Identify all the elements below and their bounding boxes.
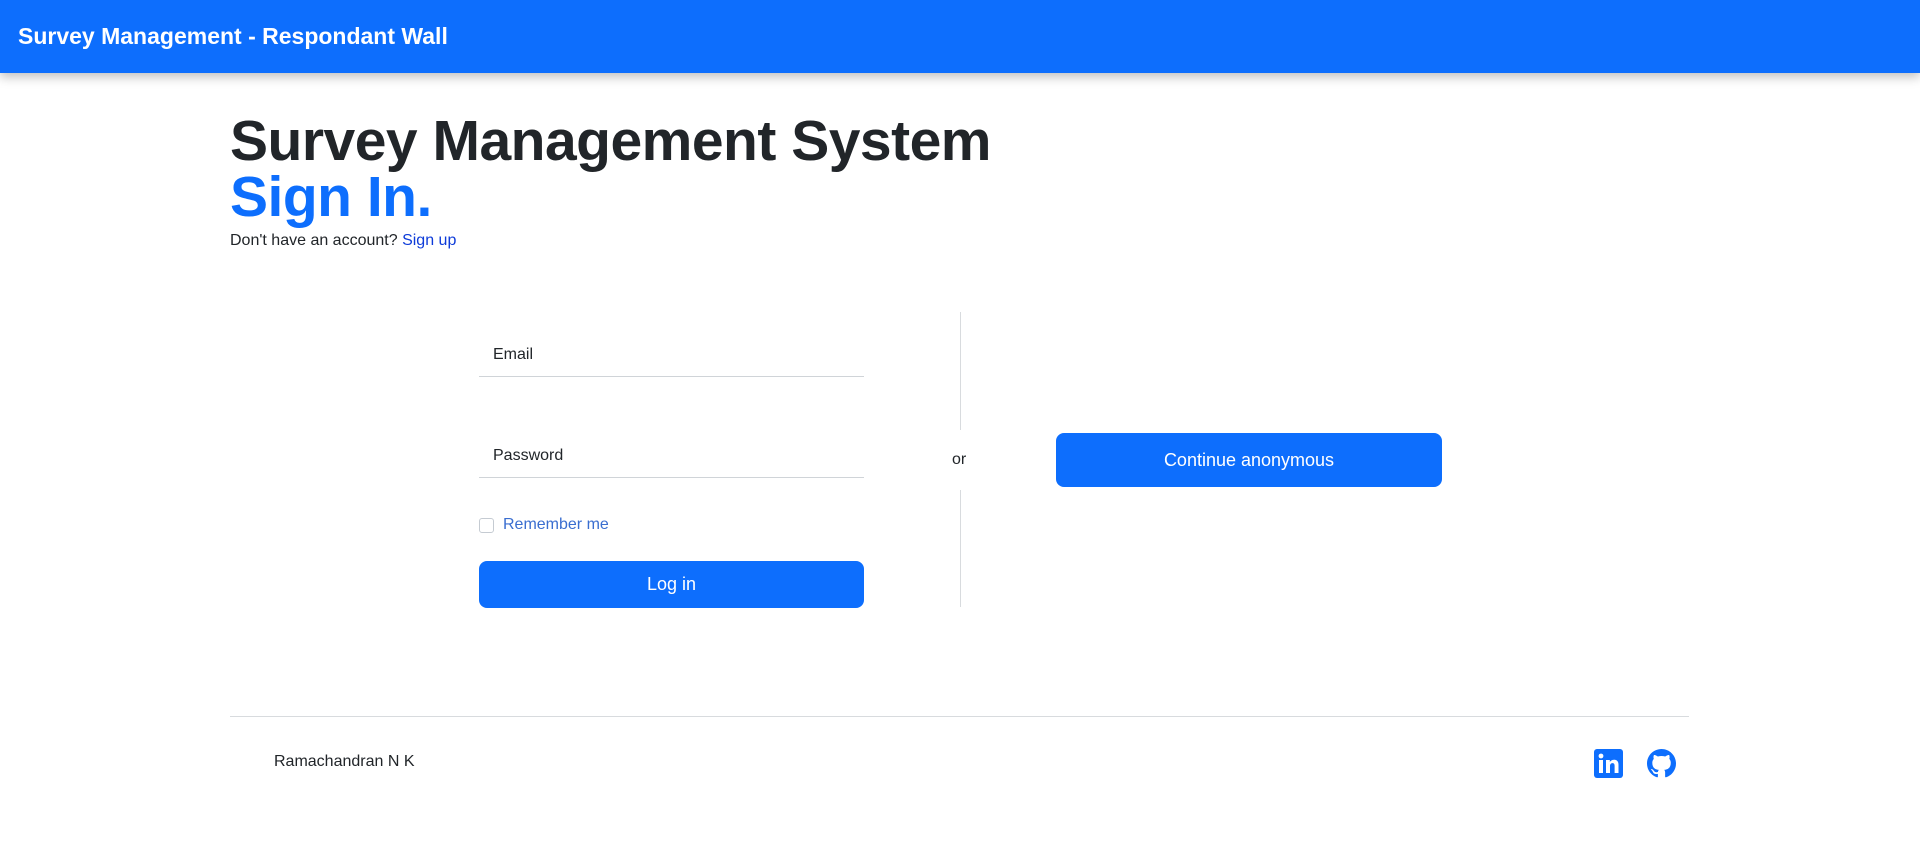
- footer-author: Ramachandran N K: [274, 753, 415, 770]
- linkedin-icon[interactable]: [1594, 749, 1623, 778]
- divider-line-top: [960, 312, 961, 430]
- remember-me-label[interactable]: Remember me: [503, 516, 609, 534]
- signup-link[interactable]: Sign up: [402, 232, 456, 249]
- email-field: [479, 313, 864, 377]
- email-input[interactable]: [479, 313, 864, 376]
- remember-me: Remember me: [479, 516, 609, 534]
- remember-me-checkbox[interactable]: [479, 517, 494, 533]
- or-divider-label: or: [952, 451, 967, 468]
- heading-section: Survey Management System Sign In. Don't …: [230, 112, 991, 250]
- footer-divider: [230, 716, 1689, 717]
- navbar: Survey Management - Respondant Wall: [0, 0, 1920, 73]
- divider-line-bottom: [960, 490, 961, 607]
- signup-prompt-text: Don't have an account?: [230, 232, 398, 249]
- continue-anonymous-button[interactable]: Continue anonymous: [1056, 433, 1442, 487]
- page-title: Survey Management System: [230, 109, 991, 173]
- github-icon[interactable]: [1647, 749, 1676, 778]
- password-input[interactable]: [479, 414, 864, 477]
- navbar-brand[interactable]: Survey Management - Respondant Wall: [18, 23, 448, 50]
- password-field: [479, 414, 864, 478]
- login-button[interactable]: Log in: [479, 561, 864, 608]
- signup-prompt: Don't have an account? Sign up: [230, 232, 991, 250]
- sign-in-heading: Sign In.: [230, 165, 432, 229]
